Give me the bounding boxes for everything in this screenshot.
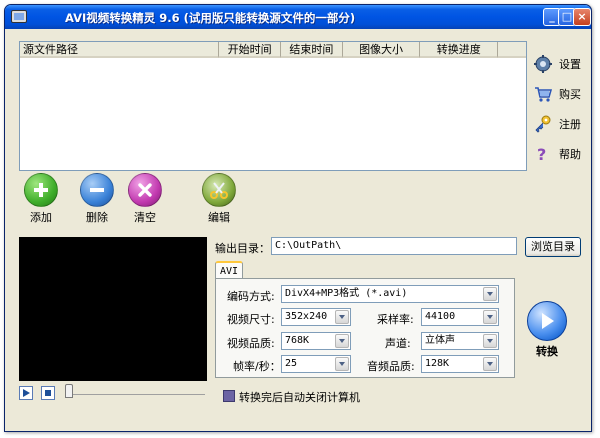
- delete-button[interactable]: 删除: [73, 173, 121, 225]
- title-bar: AVI视频转换精灵 9.6 (试用版只能转换源文件的一部分) _ □ ×: [5, 5, 591, 29]
- column-source-path[interactable]: 源文件路径: [20, 42, 220, 58]
- encoding-select[interactable]: DivX4+MP3格式 (*.avi): [281, 285, 499, 303]
- video-preview: [19, 237, 207, 381]
- key-icon: [533, 114, 553, 134]
- register-label: 注册: [559, 118, 581, 131]
- x-icon: [128, 173, 162, 207]
- video-quality-select[interactable]: 768K: [281, 332, 351, 350]
- encoding-label: 编码方式:: [227, 290, 275, 303]
- fps-select[interactable]: 25: [281, 355, 351, 373]
- file-list[interactable]: 源文件路径 开始时间 结束时间 图像大小 转换进度: [19, 41, 527, 171]
- stop-icon: [45, 390, 51, 396]
- sample-rate-value: 44100: [425, 311, 456, 322]
- seek-bar[interactable]: [69, 394, 205, 395]
- encoding-value: DivX4+MP3格式 (*.avi): [285, 288, 408, 299]
- column-start-time[interactable]: 开始时间: [219, 42, 281, 58]
- audio-quality-value: 128K: [425, 358, 450, 369]
- edit-label: 编辑: [208, 211, 230, 224]
- browse-button[interactable]: 浏览目录: [525, 237, 581, 257]
- audio-quality-select[interactable]: 128K: [421, 355, 499, 373]
- settings-label: 设置: [559, 58, 581, 71]
- app-window: AVI视频转换精灵 9.6 (试用版只能转换源文件的一部分) _ □ × 源文件…: [4, 4, 592, 432]
- convert-button[interactable]: 转换: [525, 301, 569, 359]
- video-quality-value: 768K: [285, 335, 310, 346]
- column-filler: [498, 42, 526, 58]
- help-label: 帮助: [559, 148, 581, 161]
- scissors-icon: [202, 173, 236, 207]
- settings-button[interactable]: 设置: [533, 53, 581, 75]
- fps-label: 帧率/秒：: [233, 360, 281, 373]
- audio-quality-label: 音频品质:: [367, 360, 415, 373]
- channel-label: 声道:: [385, 337, 411, 350]
- stop-button[interactable]: [41, 386, 55, 400]
- shutdown-checkbox[interactable]: [223, 390, 235, 402]
- shutdown-label: 转换完后自动关闭计算机: [239, 391, 360, 404]
- edit-button[interactable]: 编辑: [195, 173, 243, 225]
- output-dir-label: 输出目录：: [215, 242, 270, 255]
- play-button[interactable]: [19, 386, 33, 400]
- help-button[interactable]: ? 帮助: [533, 143, 581, 165]
- buy-label: 购买: [559, 88, 581, 101]
- chevron-down-icon: [483, 357, 497, 371]
- cart-icon: [533, 84, 553, 104]
- chevron-down-icon: [483, 287, 497, 301]
- chevron-down-icon: [335, 334, 349, 348]
- gear-icon: [533, 54, 553, 74]
- app-icon: [11, 10, 27, 23]
- convert-label: 转换: [536, 345, 558, 358]
- video-size-value: 352x240: [285, 311, 328, 322]
- chevron-down-icon: [335, 310, 349, 324]
- video-size-select[interactable]: 352x240: [281, 308, 351, 326]
- plus-icon: [24, 173, 58, 207]
- clear-button[interactable]: 清空: [121, 173, 169, 225]
- file-list-header: 源文件路径 开始时间 结束时间 图像大小 转换进度: [20, 42, 526, 58]
- channel-select[interactable]: 立体声: [421, 332, 499, 350]
- output-dir-input[interactable]: C:\OutPath\: [271, 237, 517, 255]
- video-size-label: 视频尺寸:: [227, 313, 275, 326]
- video-quality-label: 视频品质:: [227, 337, 275, 350]
- column-progress[interactable]: 转换进度: [420, 42, 499, 58]
- column-end-time[interactable]: 结束时间: [280, 42, 343, 58]
- seek-thumb[interactable]: [65, 384, 73, 398]
- channel-value: 立体声: [425, 335, 455, 346]
- chevron-down-icon: [483, 310, 497, 324]
- minus-icon: [80, 173, 114, 207]
- register-button[interactable]: 注册: [533, 113, 581, 135]
- help-icon: ?: [533, 144, 553, 164]
- fps-value: 25: [285, 358, 298, 369]
- window-title: AVI视频转换精灵 9.6 (试用版只能转换源文件的一部分): [65, 11, 356, 25]
- chevron-down-icon: [483, 334, 497, 348]
- column-image-size[interactable]: 图像大小: [342, 42, 421, 58]
- play-icon: [23, 389, 30, 397]
- sample-rate-select[interactable]: 44100: [421, 308, 499, 326]
- svg-text:?: ?: [537, 145, 546, 163]
- buy-button[interactable]: 购买: [533, 83, 581, 105]
- sample-rate-label: 采样率:: [377, 313, 414, 326]
- tab-avi[interactable]: AVI: [215, 261, 243, 279]
- play-icon: [527, 301, 567, 341]
- clear-label: 清空: [134, 211, 156, 224]
- delete-label: 删除: [86, 211, 108, 224]
- close-button[interactable]: ×: [573, 8, 591, 26]
- add-label: 添加: [30, 211, 52, 224]
- add-button[interactable]: 添加: [17, 173, 65, 225]
- chevron-down-icon: [335, 357, 349, 371]
